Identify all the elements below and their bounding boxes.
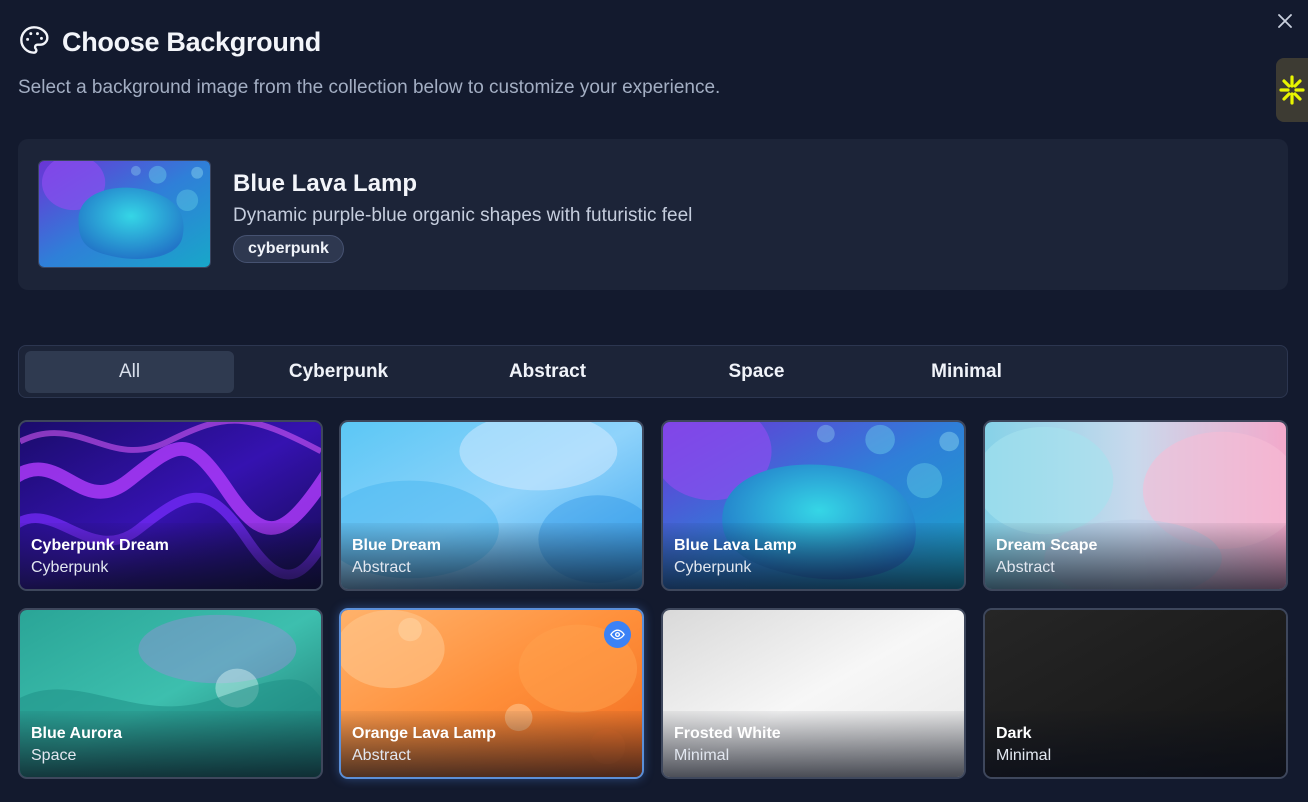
tab-cyberpunk[interactable]: Cyberpunk [234,351,443,393]
background-card-frosted-white[interactable]: Frosted White Minimal [661,608,966,779]
background-card-blue-aurora[interactable]: Blue Aurora Space [18,608,323,779]
card-category: Space [31,747,77,764]
selected-background-preview: Blue Lava Lamp Dynamic purple-blue organ… [18,139,1288,290]
card-category: Cyberpunk [31,559,109,576]
tab-all[interactable]: All [25,351,234,393]
card-label-overlay [20,523,321,589]
card-label-overlay [341,523,642,589]
card-label-overlay [663,711,964,777]
close-button[interactable] [1272,8,1298,34]
eye-icon [610,629,625,640]
card-category: Cyberpunk [674,559,752,576]
background-card-orange-lava-lamp[interactable]: Orange Lava Lamp Abstract [339,608,644,779]
card-category: Abstract [352,747,411,764]
background-card-dream-scape[interactable]: Dream Scape Abstract [983,420,1288,591]
background-card-cyberpunk-dream[interactable]: Cyberpunk Dream Cyberpunk [18,420,323,591]
card-label-overlay [985,523,1286,589]
dialog-header: Choose Background Select a background im… [18,24,1248,99]
palette-icon [18,24,50,61]
tab-abstract[interactable]: Abstract [443,351,652,393]
card-label-overlay [20,711,321,777]
dialog-title: Choose Background [62,27,321,57]
dialog-subtitle: Select a background image from the colle… [18,77,721,98]
card-category: Minimal [996,747,1052,764]
category-tabs: All Cyberpunk Abstract Space Minimal [18,345,1288,398]
card-title: Cyberpunk Dream [31,537,169,554]
background-card-blue-dream[interactable]: Blue Dream Abstract [339,420,644,591]
tab-minimal[interactable]: Minimal [862,351,1071,393]
background-card-blue-lava-lamp[interactable]: Blue Lava Lamp Cyberpunk [661,420,966,591]
card-title: Blue Aurora [31,725,122,742]
card-title: Blue Lava Lamp [674,537,797,554]
card-label-overlay [341,711,642,777]
background-card-dark[interactable]: Dark Minimal [983,608,1288,779]
card-title: Dream Scape [996,537,1098,554]
background-picker-dialog: Choose Background Select a background im… [0,0,1308,802]
preview-eye-button[interactable] [604,621,631,648]
assistant-widget-button[interactable] [1276,58,1308,122]
card-category: Minimal [674,747,730,764]
card-title: Orange Lava Lamp [352,725,497,742]
card-title: Frosted White [674,725,781,742]
card-label-overlay [663,523,964,589]
preview-description: Dynamic purple-blue organic shapes with … [233,205,693,226]
preview-title: Blue Lava Lamp [233,170,418,197]
card-category: Abstract [352,559,411,576]
sparkle-icon [1279,75,1305,105]
card-title: Blue Dream [352,537,441,554]
card-title: Dark [996,725,1032,742]
preview-thumbnail [38,160,211,268]
close-icon [1278,14,1292,28]
preview-tag-badge: cyberpunk [233,235,344,263]
card-category: Abstract [996,559,1055,576]
card-label-overlay [985,711,1286,777]
tab-space[interactable]: Space [652,351,861,393]
